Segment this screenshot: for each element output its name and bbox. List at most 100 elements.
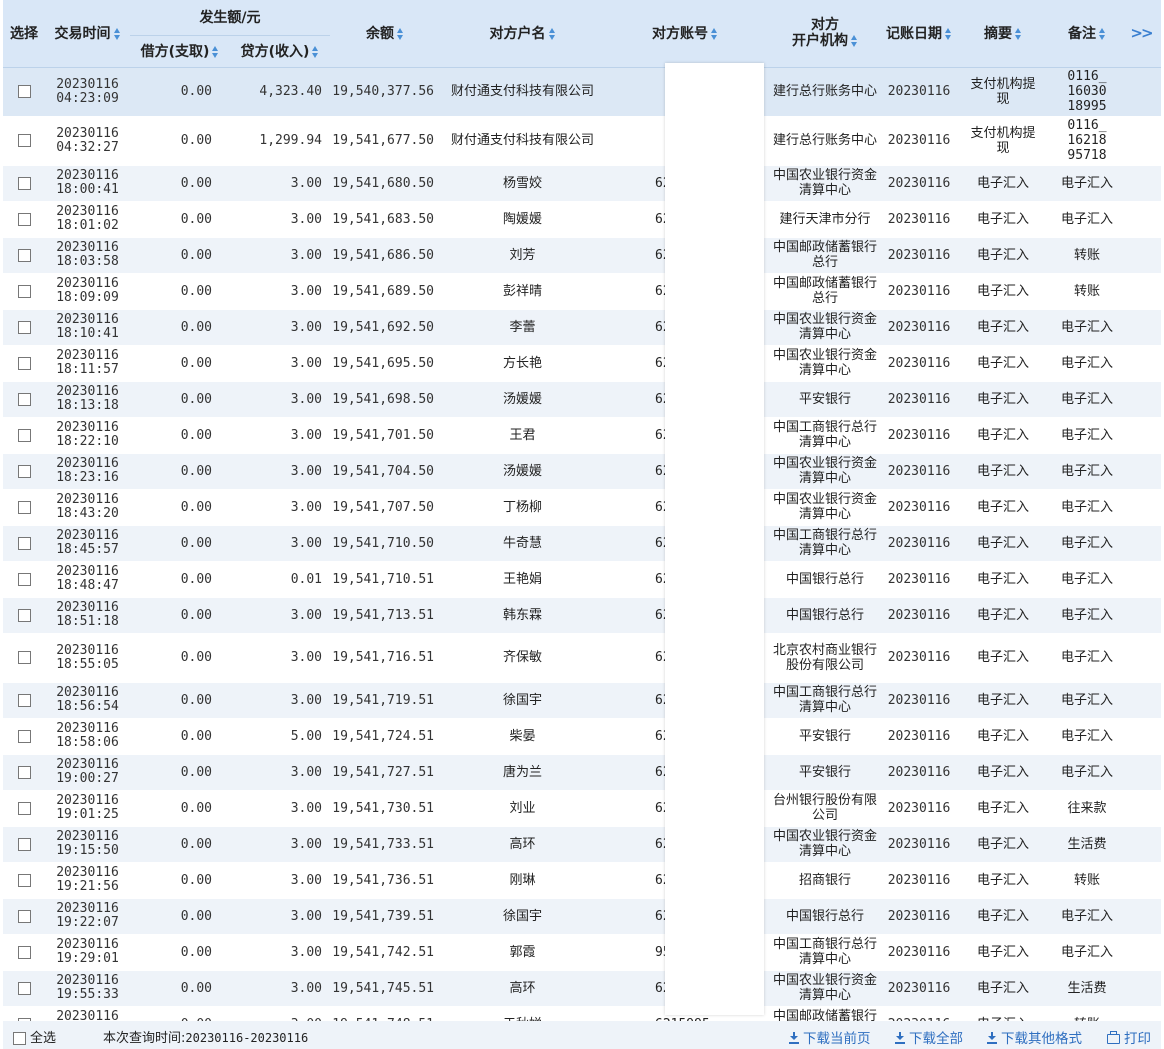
row-select-cell[interactable] (3, 489, 45, 526)
row-select-cell[interactable] (3, 826, 45, 863)
row-select-cell[interactable] (3, 682, 45, 719)
select-all-checkbox[interactable] (13, 1032, 26, 1045)
row-checkbox[interactable] (17, 464, 31, 478)
table-row[interactable]: 20230116 04:23:09 0.00 4,323.40 19,540,377.5… (3, 67, 1161, 117)
table-row[interactable]: 20230116 18:51:18 0.00 3.00 19,541,713.51 韩东霖… (3, 597, 1161, 634)
row-checkbox[interactable] (17, 176, 31, 190)
row-select-cell[interactable] (3, 237, 45, 274)
select-all[interactable]: 全选 (13, 1027, 56, 1046)
sort-icon[interactable] (397, 28, 404, 41)
table-row[interactable]: 20230116 04:32:27 0.00 1,299.94 19,541,677.5… (3, 116, 1161, 166)
row-select-cell[interactable] (3, 525, 45, 562)
row-select-cell[interactable] (3, 633, 45, 683)
row-checkbox[interactable] (17, 320, 31, 334)
row-checkbox[interactable] (17, 981, 31, 995)
row-checkbox[interactable] (17, 945, 31, 959)
row-select-cell[interactable] (3, 934, 45, 971)
download-all-button[interactable]: 下载全部 (895, 1027, 963, 1047)
row-checkbox[interactable] (17, 837, 31, 851)
row-checkbox[interactable] (17, 500, 31, 514)
col-header-party-name[interactable]: 对方户名 (440, 0, 605, 68)
table-row[interactable]: 2023011618:03:580.003.0019,541,686.50刘芳6… (3, 237, 1161, 274)
double-chevron-right-icon[interactable]: >> (1130, 24, 1153, 42)
col-header-balance[interactable]: 余额 (330, 0, 440, 68)
table-row[interactable]: 2023011619:55:330.003.0019,541,745.51高环6… (3, 970, 1161, 1007)
sort-icon[interactable] (548, 28, 556, 41)
row-select-cell[interactable] (3, 597, 45, 634)
table-row[interactable]: 20230116 19:22:07 0.00 3.00 19,541,739.51 徐国宇… (3, 898, 1161, 935)
table-row[interactable]: 2023011618:58:060.005.0019,541,724.51柴晏6… (3, 718, 1161, 755)
sort-icon[interactable] (851, 35, 858, 48)
print-button[interactable]: 打印 (1107, 1027, 1151, 1047)
download-other-format-button[interactable]: 下载其他格式 (987, 1027, 1082, 1047)
table-row[interactable]: 20230116 18:55:05 0.00 3.00 19,541,716.51 齐保敏… (3, 633, 1161, 683)
row-checkbox[interactable] (17, 212, 31, 226)
row-select-cell[interactable] (3, 345, 45, 382)
row-select-cell[interactable] (3, 201, 45, 238)
download-page-button[interactable]: 下载当前页 (789, 1027, 871, 1047)
col-header-trade-time[interactable]: 交易时间 (45, 0, 130, 68)
row-select-cell[interactable] (3, 165, 45, 202)
row-checkbox[interactable] (17, 909, 31, 923)
row-checkbox[interactable] (17, 428, 31, 442)
table-row[interactable]: 20230116 18:23:16 0.00 3.00 19,541,704.50 汤媛媛… (3, 453, 1161, 490)
row-checkbox[interactable] (17, 873, 31, 887)
row-checkbox[interactable] (17, 572, 31, 586)
row-select-cell[interactable] (3, 273, 45, 310)
row-checkbox[interactable] (17, 248, 31, 262)
row-checkbox[interactable] (17, 651, 31, 664)
table-row[interactable]: 2023011619:01:250.003.0019,541,730.51刘业6… (3, 790, 1161, 827)
table-row[interactable]: 20230116 18:00:41 0.00 3.00 19,541,680.50 杨雪姣… (3, 165, 1161, 202)
row-checkbox[interactable] (17, 536, 31, 550)
row-checkbox[interactable] (17, 765, 31, 779)
col-header-party-account[interactable]: 对方账号 (605, 0, 765, 68)
row-select-cell[interactable] (3, 754, 45, 791)
sort-icon[interactable] (711, 28, 718, 41)
table-row[interactable]: 20230116 18:13:18 0.00 3.00 19,541,698.50 汤媛媛… (3, 381, 1161, 418)
row-select-cell[interactable] (3, 862, 45, 899)
table-row[interactable]: 20230116 18:43:20 0.00 3.00 19,541,707.50 丁杨柳… (3, 489, 1161, 526)
row-checkbox[interactable] (17, 801, 31, 815)
row-select-cell[interactable] (3, 116, 45, 166)
row-checkbox[interactable] (17, 608, 31, 622)
table-row[interactable]: 20230116 18:56:54 0.00 3.00 19,541,719.51 徐国宇… (3, 682, 1161, 719)
col-header-post-date[interactable]: 记账日期 (885, 0, 953, 68)
row-select-cell[interactable] (3, 561, 45, 598)
row-checkbox[interactable] (17, 356, 31, 370)
col-header-summary[interactable]: 摘要 (953, 0, 1053, 68)
table-row[interactable]: 20230116 18:48:47 0.00 0.01 19,541,710.51 王艳娟… (3, 561, 1161, 598)
table-row[interactable]: 20230116 18:45:57 0.00 3.00 19,541,710.50 牛奇慧… (3, 525, 1161, 562)
row-checkbox[interactable] (17, 85, 31, 98)
sort-icon[interactable] (212, 46, 219, 58)
row-select-cell[interactable] (3, 453, 45, 490)
table-row[interactable]: 20230116 18:09:09 0.00 3.00 19,541,689.50 彭祥晴… (3, 273, 1161, 310)
row-select-cell[interactable] (3, 309, 45, 346)
sort-icon[interactable] (945, 28, 952, 41)
row-checkbox[interactable] (17, 392, 31, 406)
table-row[interactable]: 20230116 18:11:57 0.00 3.00 19,541,695.50 方长艳… (3, 345, 1161, 382)
row-select-cell[interactable] (3, 970, 45, 1007)
table-row[interactable]: 20230116 18:01:02 0.00 3.00 19,541,683.50 陶媛媛… (3, 201, 1161, 238)
sort-icon[interactable] (1099, 28, 1106, 41)
row-checkbox[interactable] (17, 284, 31, 298)
row-checkbox[interactable] (17, 693, 31, 707)
row-checkbox[interactable] (17, 134, 31, 147)
table-row[interactable]: 2023011618:10:410.003.0019,541,692.50李蕾6… (3, 309, 1161, 346)
row-select-cell[interactable] (3, 898, 45, 935)
row-select-cell[interactable] (3, 790, 45, 827)
table-row[interactable]: 2023011619:15:500.003.0019,541,733.51高环6… (3, 826, 1161, 863)
col-header-party-bank[interactable]: 对方 开户机构 (765, 0, 885, 68)
col-header-debit[interactable]: 借方(支取) (130, 35, 230, 68)
row-checkbox[interactable] (17, 729, 31, 743)
row-select-cell[interactable] (3, 67, 45, 117)
sort-icon[interactable] (1015, 28, 1022, 41)
table-row[interactable]: 2023011619:29:010.003.0019,541,742.51郭霞9… (3, 934, 1161, 971)
table-row[interactable]: 2023011619:21:560.003.0019,541,736.51刚琳6… (3, 862, 1161, 899)
col-header-credit[interactable]: 贷方(收入) (230, 35, 330, 68)
expand-columns-button[interactable]: >> (1121, 0, 1161, 68)
row-select-cell[interactable] (3, 417, 45, 454)
table-row[interactable]: 20230116 19:00:27 0.00 3.00 19,541,727.51 唐为兰… (3, 754, 1161, 791)
sort-icon[interactable] (113, 28, 121, 41)
row-select-cell[interactable] (3, 718, 45, 755)
col-header-remark[interactable]: 备注 (1053, 0, 1121, 68)
